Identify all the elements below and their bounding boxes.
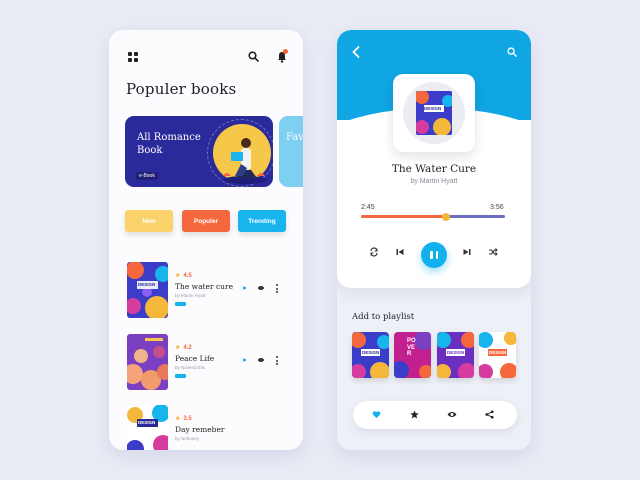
book-title: The water cure: [175, 282, 234, 291]
banner-2-title: Favr Boo: [286, 132, 303, 143]
playlist-label: Add to playlist: [352, 312, 415, 322]
total-time: 3:56: [490, 204, 504, 211]
back-icon[interactable]: [352, 46, 360, 58]
rating-value: 4.2: [183, 345, 192, 351]
pause-button[interactable]: [421, 242, 447, 268]
playlist-thumb[interactable]: DESIGN: [479, 332, 516, 378]
book-rating: ★ 4.2: [175, 344, 192, 351]
book-title: Peace Life: [175, 354, 215, 363]
grid-icon[interactable]: [128, 52, 138, 62]
eye-icon[interactable]: [258, 358, 264, 362]
track-artist: by Martin Hyatt: [410, 178, 458, 185]
book-row[interactable]: DESIGN ★ 4.5 The water cure by Martin Hya…: [127, 262, 297, 318]
playlist-thumb[interactable]: DESIGN: [352, 332, 389, 378]
progress-knob[interactable]: [441, 212, 450, 221]
star-icon[interactable]: [410, 410, 419, 419]
shuffle-icon[interactable]: [488, 247, 498, 257]
share-icon[interactable]: [485, 410, 494, 419]
thumb-text: DESIGN: [489, 350, 507, 355]
track-title: The Water Cure: [391, 163, 477, 175]
banner-romance[interactable]: All Romance Book e-Book: [125, 116, 273, 187]
book-title: Day remeber: [175, 425, 225, 434]
play-icon[interactable]: [243, 358, 247, 362]
filter-popular[interactable]: Populer: [182, 210, 230, 232]
book-badge: [175, 374, 186, 378]
eye-icon[interactable]: [447, 410, 457, 419]
more-icon[interactable]: [276, 284, 278, 293]
heart-icon[interactable]: [372, 410, 381, 419]
rating-value: 4.5: [183, 273, 192, 279]
cover-text: DESIGN: [138, 282, 156, 287]
top-bar: [109, 49, 303, 64]
book-cover[interactable]: DESIGN: [127, 405, 168, 450]
player-card: DESIGN The Water Cure by Martin Hyatt 2:…: [337, 30, 531, 288]
star-icon: ★: [175, 273, 181, 279]
play-icon[interactable]: [243, 286, 247, 290]
banner-title: All Romance Book: [137, 132, 201, 156]
progress-bar[interactable]: [361, 212, 505, 221]
player-screen: DESIGN The Water Cure by Martin Hyatt 2:…: [337, 30, 531, 450]
star-icon: ★: [175, 416, 181, 422]
book-cover[interactable]: DESIGN: [127, 262, 168, 318]
search-icon[interactable]: [248, 51, 259, 62]
thumb-text: DESIGN: [362, 350, 380, 355]
progress-fill: [361, 215, 446, 218]
eye-icon[interactable]: [258, 286, 264, 290]
banner-favorite[interactable]: Favr Boo: [279, 116, 303, 187]
book-rating: ★ 4.5: [175, 272, 192, 279]
book-cover[interactable]: [127, 334, 168, 390]
filter-trending[interactable]: Trending: [238, 210, 286, 232]
repeat-icon[interactable]: [369, 247, 379, 257]
thumb-text: POVER: [407, 338, 416, 357]
search-icon[interactable]: [507, 47, 517, 57]
filter-new[interactable]: New: [125, 210, 173, 232]
rating-value: 3.5: [183, 416, 192, 422]
next-icon[interactable]: [462, 247, 472, 257]
book-author: by Nehoney: [175, 436, 200, 441]
book-list-screen: Populer books All Romance Book e-Book Fa…: [109, 30, 303, 450]
notification-dot: [283, 49, 288, 54]
book-author: by Naveed Elis: [175, 365, 206, 370]
banner-tag: e-Book: [136, 172, 158, 180]
current-time: 2:45: [361, 204, 375, 211]
book-badge: [175, 302, 186, 306]
reading-girl-illustration: [223, 138, 267, 184]
book-rating: ★ 3.5: [175, 415, 192, 422]
cover-text: DESIGN: [138, 420, 156, 425]
page-title: Populer books: [126, 80, 237, 98]
more-icon[interactable]: [276, 356, 278, 365]
book-row[interactable]: ★ 4.2 Peace Life by Naveed Elis: [127, 334, 297, 390]
previous-icon[interactable]: [395, 247, 405, 257]
book-author: by Martin Hyatt: [175, 293, 206, 298]
star-icon: ★: [175, 345, 181, 351]
album-art: DESIGN: [393, 74, 475, 152]
playlist-thumb[interactable]: DESIGN: [437, 332, 474, 378]
bell-icon[interactable]: [277, 49, 288, 68]
playlist-thumb[interactable]: POVER: [394, 332, 431, 378]
book-row[interactable]: DESIGN ★ 3.5 Day remeber by Nehoney: [127, 405, 297, 450]
thumb-text: DESIGN: [447, 350, 465, 355]
album-disc: DESIGN: [403, 82, 465, 144]
action-bar: [353, 401, 517, 429]
album-text: DESIGN: [424, 106, 442, 111]
